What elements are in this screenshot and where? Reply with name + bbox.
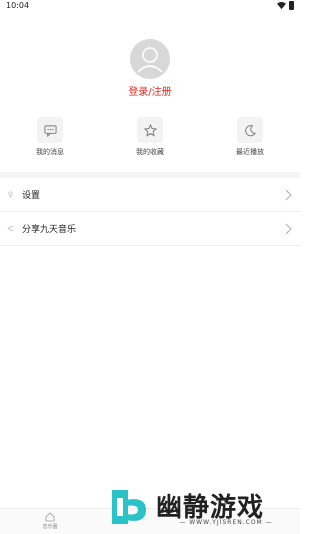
tab-music-circle[interactable]: 音乐圈 [30, 512, 70, 534]
quick-label: 最近播放 [236, 148, 264, 156]
quick-item-messages[interactable]: 我的消息 [10, 112, 90, 172]
watermark: 幽静游戏 — WWW.YJISREN.COM — [108, 486, 298, 532]
login-register-link[interactable]: 登录/注册 [0, 83, 300, 98]
moon-icon [237, 117, 263, 143]
avatar[interactable] [130, 39, 170, 79]
status-bar: 10:04 [0, 0, 300, 13]
quick-label: 我的消息 [36, 148, 64, 156]
tab-label: 音乐圈 [42, 524, 58, 530]
battery-icon [289, 1, 294, 10]
quick-item-favorites[interactable]: 我的收藏 [110, 112, 190, 172]
star-icon [137, 117, 163, 143]
menu-label: 分享九天音乐 [22, 225, 77, 235]
home-icon [45, 512, 55, 522]
quick-label: 我的收藏 [136, 148, 164, 156]
status-icons [277, 1, 294, 10]
quick-actions: 我的消息 我的收藏 最近播放 [0, 112, 300, 172]
share-icon [7, 225, 14, 232]
menu-item-settings[interactable]: 设置 [0, 178, 300, 212]
quick-item-recent[interactable]: 最近播放 [210, 112, 290, 172]
pin-icon [7, 191, 14, 198]
watermark-url: — WWW.YJISREN.COM — [179, 519, 273, 526]
chevron-right-icon [285, 223, 292, 235]
watermark-logo-icon [108, 486, 150, 528]
wifi-icon [277, 1, 286, 10]
user-icon [130, 39, 170, 79]
menu-item-share[interactable]: 分享九天音乐 [0, 212, 300, 246]
profile-header: 登录/注册 [0, 13, 300, 108]
menu-label: 设置 [22, 191, 41, 201]
chevron-right-icon [285, 189, 292, 201]
message-icon [37, 117, 63, 143]
status-time: 10:04 [6, 1, 30, 10]
